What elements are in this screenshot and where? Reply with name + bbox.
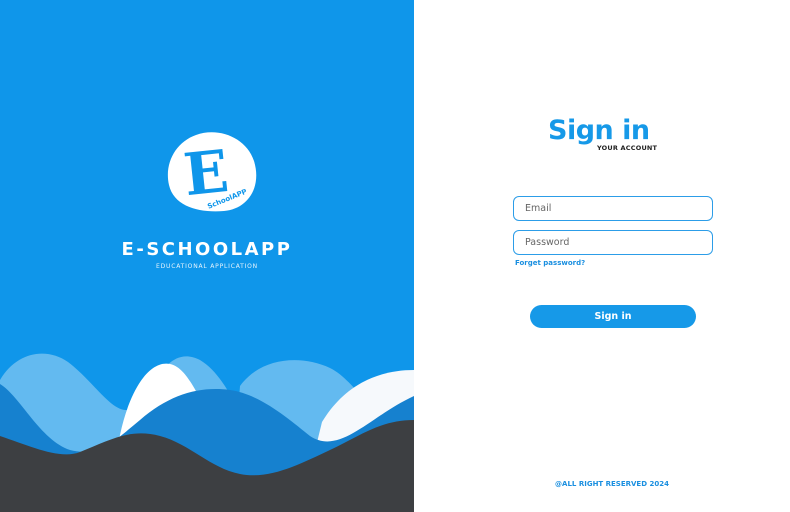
signin-title: Sign in bbox=[548, 115, 650, 146]
footer-copyright: @ALL RIGHT RESERVED 2024 bbox=[555, 480, 669, 488]
signin-subtitle: YOUR ACCOUNT bbox=[597, 144, 658, 152]
app-logo-icon: E SchoolAPP bbox=[167, 132, 257, 212]
email-input[interactable] bbox=[513, 196, 713, 221]
brand-tagline: EDUCATIONAL APPLICATION bbox=[156, 263, 258, 270]
signin-button[interactable]: Sign in bbox=[530, 305, 696, 328]
brand-name: E-SCHOOLAPP bbox=[121, 239, 293, 260]
password-input[interactable] bbox=[513, 230, 713, 255]
brand-panel: E SchoolAPP E-SCHOOLAPP EDUCATIONAL APPL… bbox=[0, 0, 414, 512]
forgot-password-link[interactable]: Forget password? bbox=[515, 259, 585, 267]
wave-decoration bbox=[0, 353, 414, 512]
login-panel: Sign in YOUR ACCOUNT Forget password? Si… bbox=[414, 0, 790, 512]
